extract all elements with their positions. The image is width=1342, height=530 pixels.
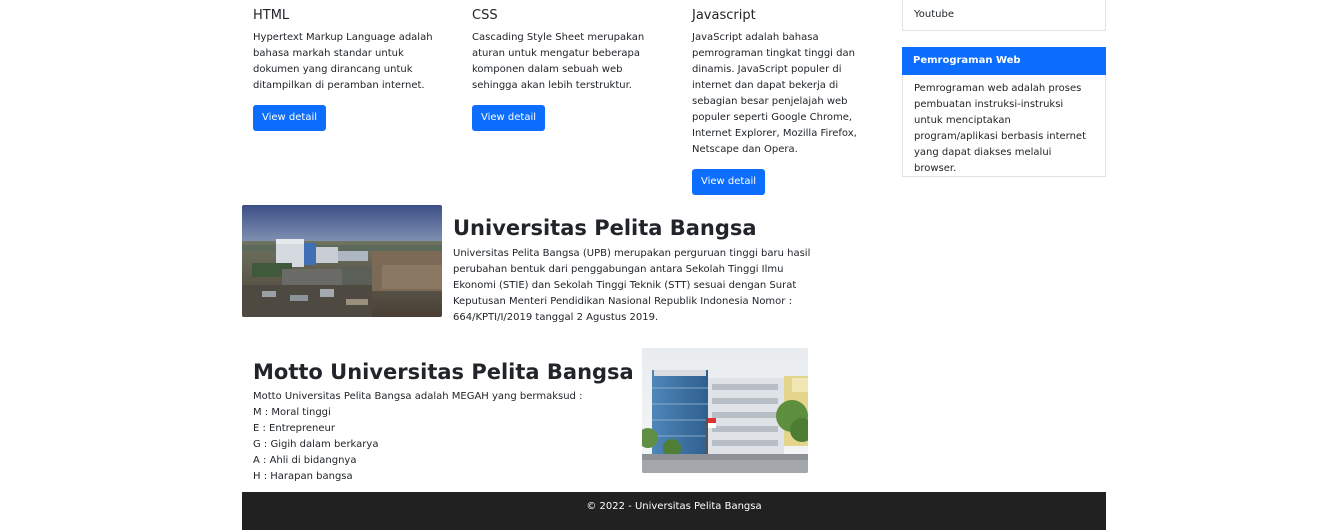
view-detail-javascript-button[interactable]: View detail xyxy=(692,169,766,195)
sidebar-widget-title: Pemrograman Web xyxy=(902,47,1106,75)
footer: © 2022 - Universitas Pelita Bangsa xyxy=(242,492,1106,530)
view-detail-css-button[interactable]: View detail xyxy=(472,105,546,131)
campus-aerial-image xyxy=(242,205,442,317)
sidebar-widget-text: Pemrograman web adalah proses pembuatan … xyxy=(902,75,1106,177)
card-text: Cascading Style Sheet merupakan aturan u… xyxy=(472,32,645,91)
motto-item: H : Harapan bangsa xyxy=(253,471,353,482)
footer-copyright: © 2022 - Universitas Pelita Bangsa xyxy=(586,501,762,512)
card-text: JavaScript adalah bahasa pemrograman tin… xyxy=(692,32,857,155)
university-description: Universitas Pelita Bangsa (UPB) merupaka… xyxy=(453,248,811,323)
motto-body: Motto Universitas Pelita Bangsa adalah M… xyxy=(253,389,582,485)
motto-title: Motto Universitas Pelita Bangsa xyxy=(253,360,634,384)
card-javascript: Javascript JavaScript adalah bahasa pemr… xyxy=(692,8,862,195)
card-title: HTML xyxy=(253,8,290,23)
motto-intro: Motto Universitas Pelita Bangsa adalah M… xyxy=(253,391,583,402)
motto-item: A : Ahli di bidangnya xyxy=(253,455,357,466)
motto-item: E : Entrepreneur xyxy=(253,423,335,434)
card-title: Javascript xyxy=(692,8,756,23)
motto-item: G : Gigih dalam berkarya xyxy=(253,439,379,450)
sidebar-link-list: Youtube xyxy=(902,0,1106,31)
sidebar-widget: Pemrograman Web Pemrograman web adalah p… xyxy=(902,47,1106,178)
sidebar-link-youtube[interactable]: Youtube xyxy=(914,9,954,20)
card-text: Hypertext Markup Language adalah bahasa … xyxy=(253,32,433,91)
page: HTML Hypertext Markup Language adalah ba… xyxy=(0,0,1342,530)
card-title: CSS xyxy=(472,8,498,23)
view-detail-html-button[interactable]: View detail xyxy=(253,105,327,131)
card-html: HTML Hypertext Markup Language adalah ba… xyxy=(253,8,438,131)
university-title: Universitas Pelita Bangsa xyxy=(453,216,757,240)
motto-item: M : Moral tinggi xyxy=(253,407,331,418)
campus-building-image xyxy=(642,348,808,473)
card-css: CSS Cascading Style Sheet merupakan atur… xyxy=(472,8,657,131)
